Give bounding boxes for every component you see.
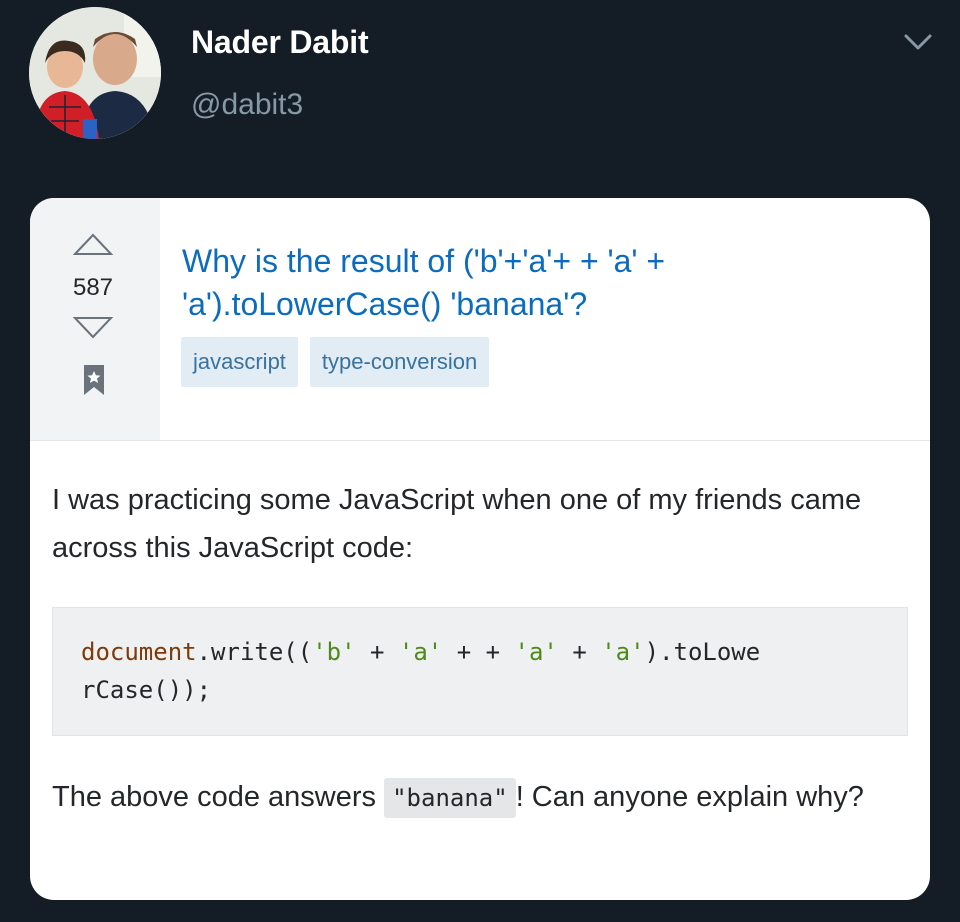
author-handle[interactable]: @dabit3 (191, 88, 303, 122)
question-header: 587 Why is the result of ('b'+'a'+ + 'a'… (30, 198, 930, 441)
question-body-intro: I was practicing some JavaScript when on… (52, 484, 862, 564)
avatar[interactable] (29, 7, 161, 139)
code-token: + + (442, 638, 515, 666)
code-token: 'a' (514, 638, 558, 666)
code-token: document (81, 638, 197, 666)
tag-list: javascript type-conversion (181, 337, 490, 387)
author-name[interactable]: Nader Dabit (191, 24, 369, 61)
code-token: 'b' (312, 638, 356, 666)
vote-count: 587 (72, 274, 114, 301)
code-content: document.write(('b' + 'a' + + 'a' + 'a')… (81, 633, 901, 709)
answer-text-pre: The above code answers (52, 781, 385, 813)
tag-type-conversion[interactable]: type-conversion (309, 337, 490, 387)
answer-text-post: ! Can anyone explain why? (515, 781, 864, 813)
code-block: document.write(('b' + 'a' + + 'a' + 'a')… (52, 607, 908, 736)
downvote-arrow-icon[interactable] (72, 316, 114, 340)
chevron-down-icon[interactable] (902, 30, 934, 54)
question-body-answer: The above code answers "banana"! Can any… (52, 773, 912, 822)
avatar-photo (29, 7, 161, 139)
code-token: 'a' (601, 638, 645, 666)
upvote-arrow-icon[interactable] (72, 232, 114, 256)
code-token: 'a' (398, 638, 443, 666)
code-token: + (557, 638, 602, 666)
tag-javascript[interactable]: javascript (181, 337, 298, 387)
question-card: 587 Why is the result of ('b'+'a'+ + 'a'… (30, 198, 930, 900)
code-token: ).toLowe (644, 638, 761, 666)
code-token: + (355, 638, 399, 666)
bookmark-star-icon[interactable] (83, 364, 105, 396)
question-title[interactable]: Why is the result of ('b'+'a'+ + 'a' + '… (182, 240, 822, 326)
vote-column: 587 (30, 198, 160, 440)
code-token: .write(( (196, 638, 313, 666)
inline-code-banana: "banana" (384, 778, 516, 818)
code-line-2: rCase()); (81, 676, 212, 704)
